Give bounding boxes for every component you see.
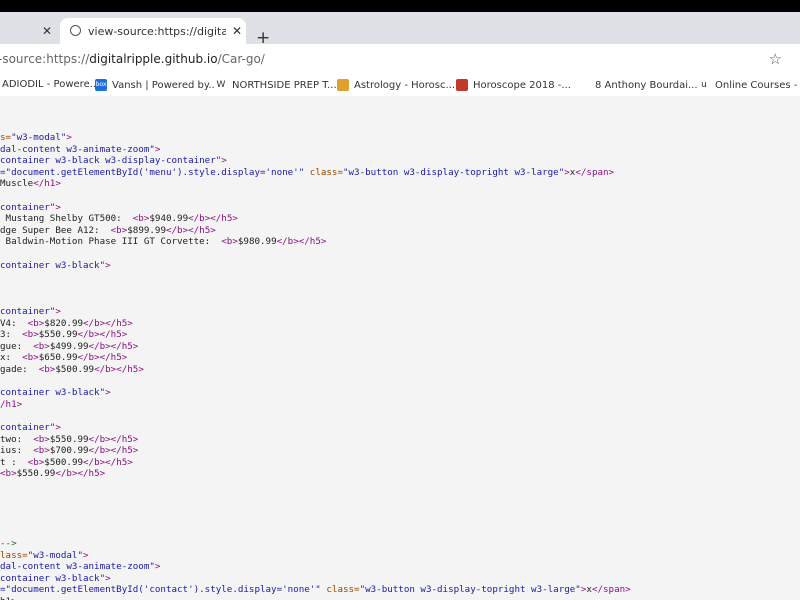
bookmark-label: NORTHSIDE PREP T...	[232, 79, 337, 91]
source-line: t : <b>$500.99</b></h5>	[0, 456, 133, 468]
address-bar[interactable]: -source:https://digitalripple.github.io/…	[0, 44, 800, 76]
source-line: s="w3-modal">	[0, 132, 72, 143]
bookmark-label: 8 Anthony Bourdai...	[595, 79, 698, 91]
source-line: container">	[0, 201, 61, 213]
source-line: gade: <b>$500.99</b></h5>	[0, 364, 144, 375]
bookmark-item[interactable]: 8 Anthony Bourdai...	[578, 79, 698, 91]
bookmark-item[interactable]: W NORTHSIDE PREP T...	[215, 79, 337, 91]
tab-strip: ✕ view-source:https://digitalripple. ✕ +	[0, 12, 800, 48]
url-text[interactable]: -source:https://digitalripple.github.io/…	[0, 52, 265, 66]
source-line: /h1>	[0, 398, 23, 410]
window-top-border	[0, 0, 800, 12]
source-line: ="document.getElementById('menu').style.…	[0, 166, 615, 178]
bookmark-item[interactable]: Astrology - Horosc...	[337, 79, 455, 91]
source-line: ="document.getElementById('contact').sty…	[0, 584, 631, 596]
bookmark-favicon-icon	[456, 79, 468, 91]
tab-previous[interactable]: ✕	[0, 18, 58, 44]
source-line: Baldwin-Motion Phase III GT Corvette: <b…	[0, 236, 327, 248]
source-line: dal-content w3-animate-zoom">	[0, 143, 161, 155]
source-line: gue: <b>$499.99</b></h5>	[0, 340, 139, 352]
source-line: Muscle</h1>	[0, 178, 61, 190]
source-line: container">	[0, 422, 61, 433]
source-code-view[interactable]: s="w3-modal"> dal-content w3-animate-zoom…	[0, 96, 800, 600]
source-line: <b>$550.99</b></h5>	[0, 468, 106, 480]
source-line: container w3-black w3-display-container"…	[0, 155, 227, 167]
globe-icon	[70, 25, 81, 36]
close-tab-icon[interactable]: ✕	[232, 24, 242, 38]
source-line: x: <b>$650.99</b></h5>	[0, 352, 128, 364]
source-line: V4: <b>$820.99</b></h5>	[0, 317, 133, 329]
source-line: dal-content w3-animate-zoom">	[0, 561, 161, 573]
source-line: container w3-black">	[0, 572, 111, 584]
bookmark-favicon-icon	[337, 79, 349, 91]
close-tab-icon[interactable]: ✕	[42, 24, 52, 38]
bookmark-item[interactable]: box Vansh | Powered by...	[95, 79, 218, 91]
bookmark-favicon-icon: W	[215, 79, 227, 91]
bookmark-item[interactable]: Horoscope 2018 -...	[456, 79, 571, 91]
source-line: 3: <b>$550.99</b></h5>	[0, 329, 128, 341]
url-host: digitalripple.github.io	[89, 52, 218, 66]
source-line: container w3-black">	[0, 387, 111, 399]
bookmark-favicon-icon	[578, 79, 590, 91]
source-line: container w3-black">	[0, 259, 111, 271]
bookmark-favicon-icon: box	[95, 79, 107, 91]
bookmark-item[interactable]: u Online Courses - Le...	[698, 79, 800, 91]
bookmark-label: Vansh | Powered by...	[112, 79, 218, 91]
bookmark-label: Astrology - Horosc...	[354, 79, 456, 91]
source-line: -->	[0, 538, 17, 549]
bookmark-label: Online Courses - Le...	[715, 79, 800, 91]
tab-view-source[interactable]: view-source:https://digitalripple. ✕	[60, 18, 246, 44]
source-line: h1>	[0, 596, 17, 600]
bookmark-favicon-icon: u	[698, 79, 710, 91]
url-prefix: -source:https://	[0, 52, 90, 66]
tab-title: view-source:https://digitalripple.	[88, 24, 226, 38]
bookmark-label: ADIODIL - Powere...	[2, 79, 100, 90]
url-path: /Car-go/	[217, 52, 265, 66]
bookmark-label: Horoscope 2018 -...	[473, 79, 571, 91]
source-line: container">	[0, 306, 61, 317]
bookmarks-bar: ADIODIL - Powere... box Vansh | Powered by…	[0, 76, 800, 97]
source-line: ius: <b>$700.99</b></h5>	[0, 445, 139, 457]
bookmark-star-icon[interactable]: ☆	[769, 50, 782, 68]
source-line: dge Super Bee A12: <b>$899.99</b></h5>	[0, 224, 216, 236]
bookmark-item[interactable]: ADIODIL - Powere...	[2, 79, 99, 90]
source-line: two: <b>$550.99</b></h5>	[0, 433, 139, 445]
source-line: Mustang Shelby GT500: <b>$940.99</b></h5…	[0, 213, 238, 225]
source-line: lass="w3-modal">	[0, 549, 89, 561]
